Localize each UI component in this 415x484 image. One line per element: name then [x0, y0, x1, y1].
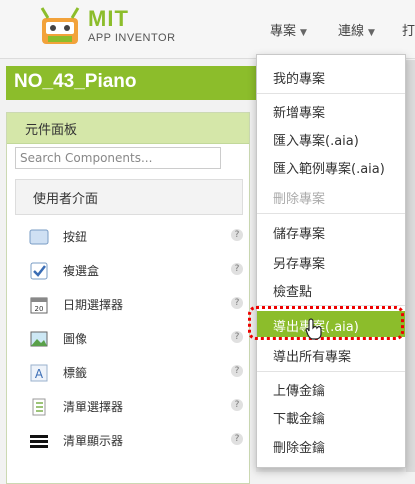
- menu-item-download-keystore[interactable]: 下載金鑰: [257, 403, 405, 429]
- component-label: 標籤: [63, 366, 88, 380]
- help-icon[interactable]: ?: [231, 263, 243, 275]
- nav-projects[interactable]: 專案 ▼: [270, 20, 307, 39]
- menu-item-export-all-projects[interactable]: 導出所有專案: [257, 341, 405, 367]
- menu-item-delete-keystore[interactable]: 刪除金鑰: [257, 432, 405, 458]
- palette-title: 元件面板: [25, 123, 78, 138]
- search-components-input[interactable]: [15, 147, 221, 169]
- component-checkbox[interactable]: 複選盒 ?: [15, 255, 243, 287]
- component-button[interactable]: 按鈕 ?: [15, 221, 243, 253]
- menu-item-import-template[interactable]: 匯入範例專案(.aia): [257, 153, 405, 179]
- help-icon[interactable]: ?: [231, 297, 243, 309]
- menu-item-import-project[interactable]: 匯入專案(.aia): [257, 125, 405, 151]
- category-user-interface[interactable]: 使用者介面: [15, 179, 243, 215]
- menu-item-label: 儲存專案: [273, 227, 326, 242]
- menu-item-upload-keystore[interactable]: 上傳金鑰: [257, 375, 405, 401]
- component-label[interactable]: A 標籤 ?: [15, 357, 243, 389]
- projects-dropdown-menu: 我的專案 新增專案 匯入專案(.aia) 匯入範例專案(.aia) 刪除專案 儲…: [256, 54, 406, 468]
- help-icon[interactable]: ?: [231, 399, 243, 411]
- top-bar: MIT APP INVENTOR 專案 ▼ 連線 ▼ 打: [0, 0, 415, 59]
- brand-subtitle: APP INVENTOR: [88, 32, 176, 44]
- menu-item-label: 刪除金鑰: [273, 441, 326, 456]
- menu-divider: [257, 371, 405, 372]
- checkbox-icon: [30, 262, 48, 280]
- component-date-picker[interactable]: 20 日期選擇器 ?: [15, 289, 243, 321]
- component-label: 清單顯示器: [63, 434, 124, 448]
- nav-build[interactable]: 打: [402, 20, 415, 39]
- scrollbar[interactable]: [406, 60, 415, 472]
- project-name: NO_43_Piano: [14, 71, 137, 92]
- list-picker-icon: [32, 398, 46, 416]
- component-list-picker[interactable]: 清單選擇器 ?: [15, 391, 243, 423]
- chevron-down-icon: ▼: [368, 28, 375, 38]
- help-icon[interactable]: ?: [231, 433, 243, 445]
- menu-divider: [257, 213, 405, 214]
- menu-item-label: 上傳金鑰: [273, 384, 326, 399]
- help-icon[interactable]: ?: [231, 365, 243, 377]
- menu-item-delete-project: 刪除專案: [257, 183, 405, 209]
- menu-item-label: 檢查點: [273, 285, 313, 300]
- component-image[interactable]: 圖像 ?: [15, 323, 243, 355]
- component-label: 複選盒: [63, 264, 100, 278]
- svg-text:A: A: [35, 367, 44, 381]
- menu-item-label: 我的專案: [273, 72, 326, 87]
- component-label: 按鈕: [63, 230, 88, 244]
- menu-item-label: 匯入專案(.aia): [273, 134, 359, 149]
- brand-title: MIT: [88, 6, 129, 31]
- image-icon: [30, 331, 48, 347]
- menu-item-label: 刪除專案: [273, 192, 326, 207]
- palette-header: 元件面板: [7, 113, 249, 144]
- nav-build-label: 打: [402, 24, 415, 39]
- button-icon: [29, 229, 49, 245]
- help-icon[interactable]: ?: [231, 229, 243, 241]
- component-label: 清單選擇器: [63, 400, 124, 414]
- date-picker-icon: 20: [30, 297, 48, 314]
- nav-projects-label: 專案: [270, 24, 297, 39]
- menu-item-new-project[interactable]: 新增專案: [257, 97, 405, 123]
- nav-connect-label: 連線: [338, 24, 365, 39]
- menu-divider: [257, 93, 405, 94]
- menu-item-my-projects[interactable]: 我的專案: [257, 63, 405, 89]
- chevron-down-icon: ▼: [300, 28, 307, 38]
- nav-connect[interactable]: 連線 ▼: [338, 20, 375, 39]
- label-icon: A: [30, 364, 48, 382]
- help-icon[interactable]: ?: [231, 331, 243, 343]
- palette-panel: 元件面板 使用者介面 按鈕 ? 複選盒 ? 20 日期選擇器 ? 圖像 ? A …: [6, 112, 250, 484]
- highlight-outline: [248, 306, 404, 340]
- category-label: 使用者介面: [33, 192, 99, 207]
- menu-item-checkpoint[interactable]: 檢查點: [257, 276, 405, 302]
- menu-item-label: 新增專案: [273, 106, 326, 121]
- hand-cursor-icon: [305, 318, 322, 340]
- component-label: 日期選擇器: [63, 298, 124, 312]
- svg-text:20: 20: [35, 305, 44, 313]
- list-view-icon: [30, 435, 48, 448]
- menu-item-save-project[interactable]: 儲存專案: [257, 218, 405, 244]
- app-inventor-logo[interactable]: [36, 6, 86, 50]
- menu-item-save-as[interactable]: 另存專案: [257, 248, 405, 274]
- menu-item-label: 另存專案: [273, 257, 326, 272]
- component-list-view[interactable]: 清單顯示器 ?: [15, 425, 243, 457]
- component-label: 圖像: [63, 332, 88, 346]
- menu-item-label: 導出所有專案: [273, 350, 352, 365]
- menu-item-label: 下載金鑰: [273, 412, 326, 427]
- menu-item-label: 匯入範例專案(.aia): [273, 162, 385, 177]
